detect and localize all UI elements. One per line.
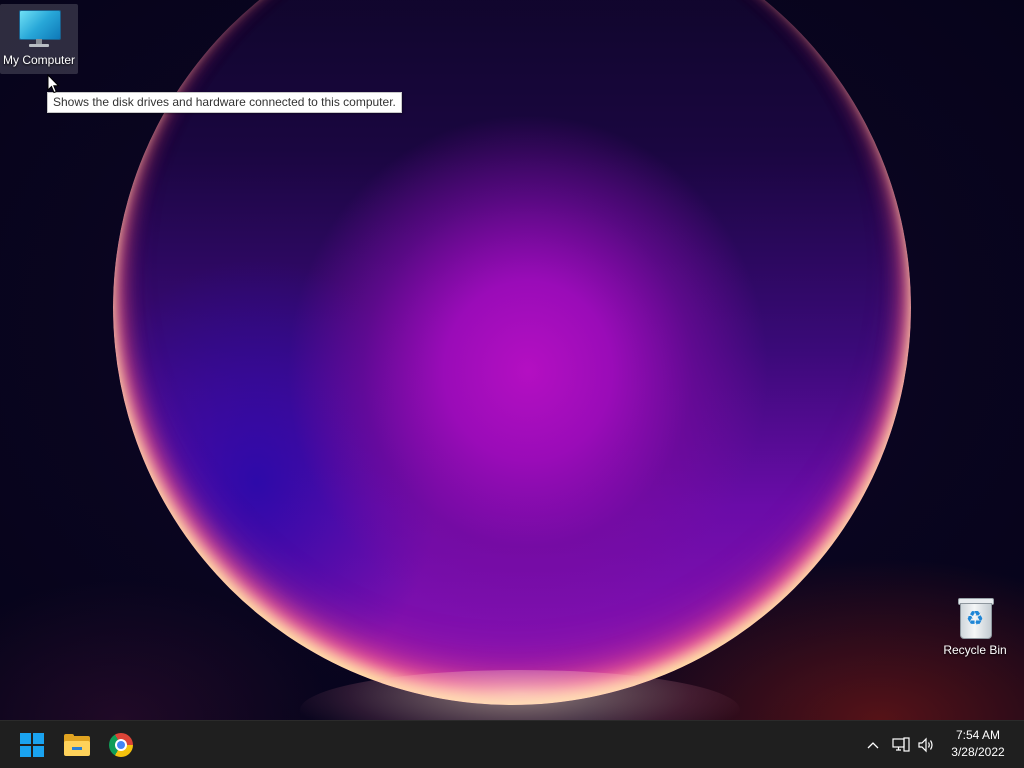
- monitor-icon: [17, 10, 61, 50]
- desktop-icon-label: My Computer: [2, 53, 76, 67]
- tooltip: Shows the disk drives and hardware conne…: [47, 92, 402, 113]
- windows-logo-icon: [20, 733, 44, 757]
- clock[interactable]: 7:54 AM 3/28/2022: [940, 727, 1016, 763]
- chrome-button[interactable]: [103, 727, 139, 763]
- start-button[interactable]: [14, 727, 50, 763]
- network-button[interactable]: [889, 721, 913, 768]
- desktop-icon-my-computer[interactable]: My Computer: [0, 4, 78, 74]
- desktop-icon-recycle-bin[interactable]: ♻ Recycle Bin: [936, 596, 1014, 657]
- desktop-icon-label: Recycle Bin: [943, 643, 1007, 657]
- recycle-bin-icon: ♻: [957, 596, 994, 640]
- folder-icon: [64, 734, 90, 756]
- clock-time: 7:54 AM: [955, 728, 1001, 742]
- taskbar: 7:54 AM 3/28/2022: [0, 720, 1024, 768]
- clock-date: 3/28/2022: [951, 745, 1005, 759]
- network-icon: [892, 737, 910, 752]
- chevron-up-icon: [867, 742, 879, 749]
- file-explorer-button[interactable]: [59, 727, 95, 763]
- chrome-icon: [109, 733, 133, 757]
- show-hidden-icons-button[interactable]: [862, 721, 884, 768]
- volume-button[interactable]: [914, 721, 938, 768]
- mouse-cursor-icon: [47, 74, 60, 94]
- volume-icon: [918, 737, 933, 753]
